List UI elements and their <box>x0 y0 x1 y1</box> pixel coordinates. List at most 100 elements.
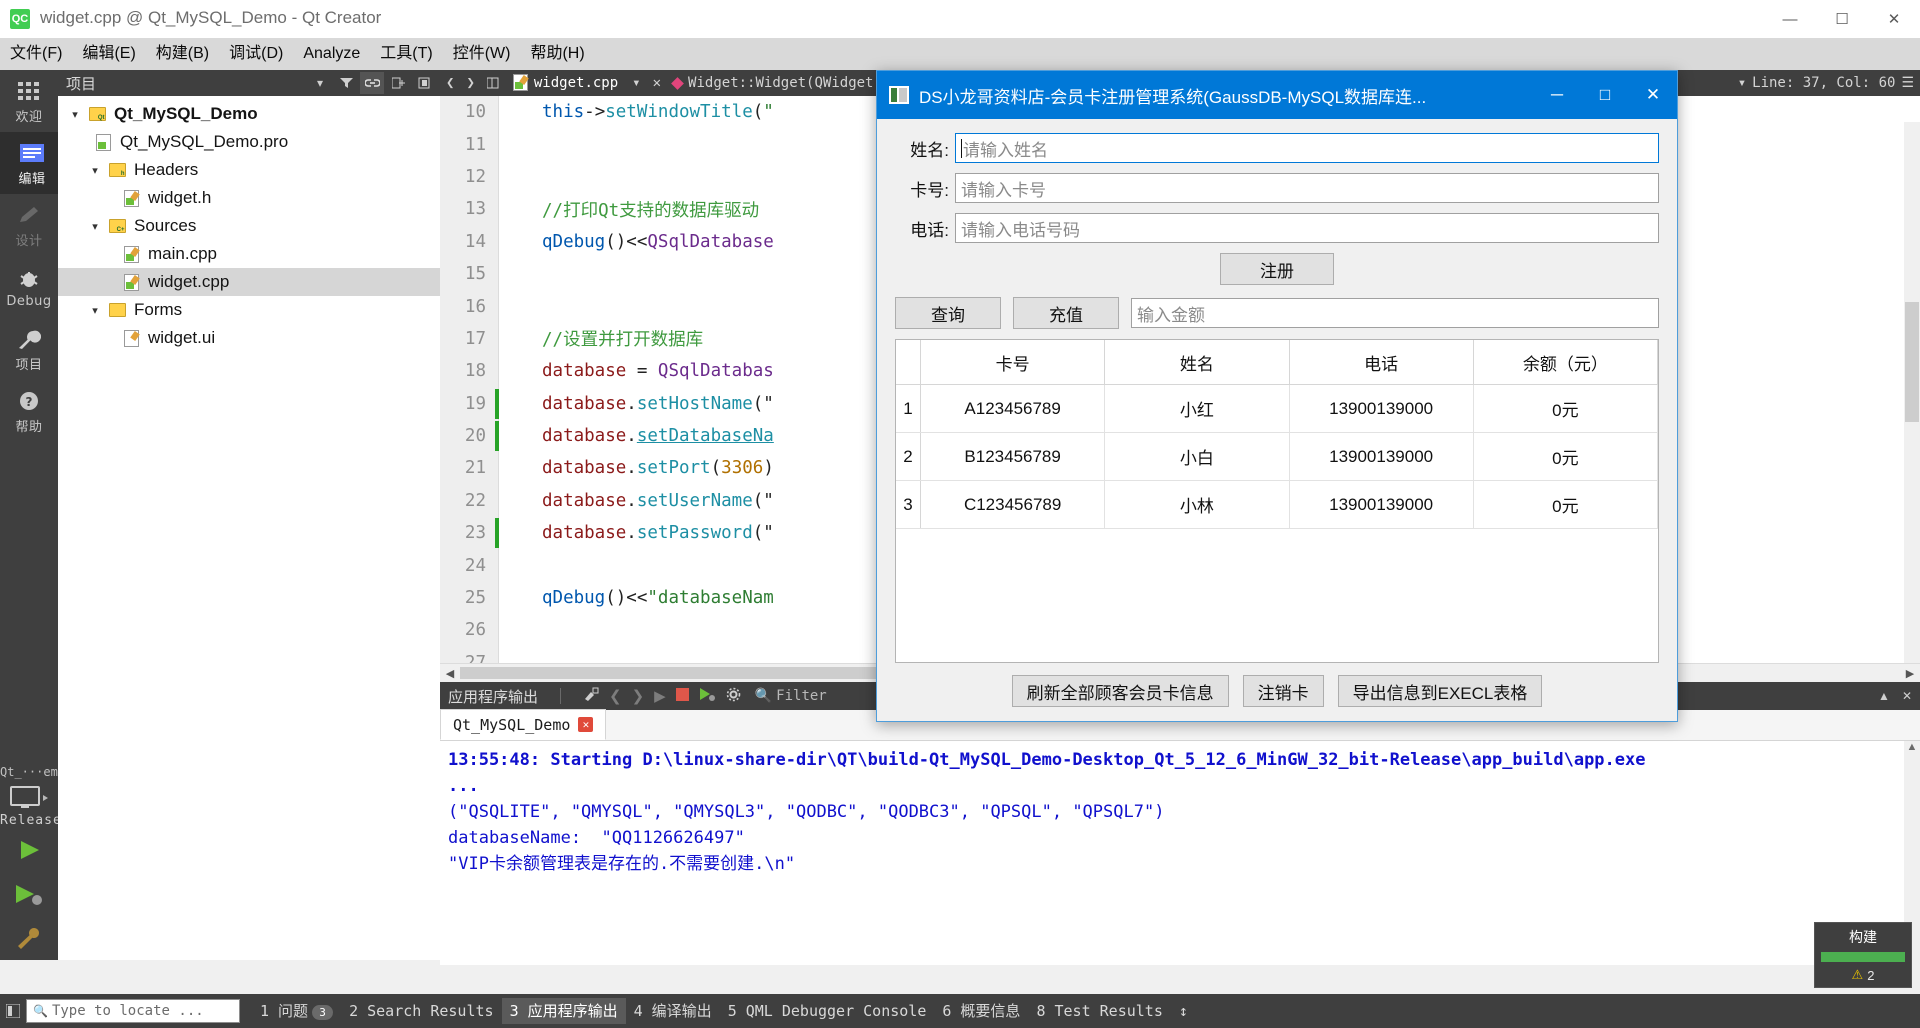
table-cell[interactable]: 13900139000 <box>1289 432 1474 481</box>
table-cell[interactable]: 13900139000 <box>1289 384 1474 433</box>
tree-item-forms[interactable]: ▾ Forms <box>58 296 440 324</box>
mode-welcome[interactable]: 欢迎 <box>0 70 58 132</box>
table-header-name[interactable]: 姓名 <box>1104 340 1290 385</box>
output-text-area[interactable]: 13:55:48: Starting D:\linux-share-dir\QT… <box>440 741 1920 965</box>
close-pane-icon[interactable]: ✕ <box>1902 689 1912 703</box>
table-header-phone[interactable]: 电话 <box>1289 340 1474 385</box>
tree-item-widget-h[interactable]: widget.h <box>58 184 440 212</box>
close-icon[interactable]: ✕ <box>1868 0 1920 38</box>
recharge-button[interactable]: 充值 <box>1013 297 1119 329</box>
menu-debug[interactable]: 调试(D) <box>219 38 293 70</box>
nav-back-icon[interactable]: ❮ <box>440 70 460 96</box>
export-excel-button[interactable]: 导出信息到EXECL表格 <box>1337 675 1543 707</box>
menu-edit[interactable]: 编辑(E) <box>72 38 145 70</box>
locator-input[interactable]: 🔍 Type to locate ... <box>26 999 240 1023</box>
table-header-card[interactable]: 卡号 <box>920 340 1106 385</box>
table-cell[interactable]: B123456789 <box>920 432 1106 481</box>
menu-widgets[interactable]: 控件(W) <box>443 38 521 70</box>
dialog-maximize-icon[interactable]: □ <box>1581 71 1629 119</box>
table-cell[interactable]: 13900139000 <box>1289 480 1474 529</box>
output-tab-qt-mysql-demo[interactable]: Qt_MySQL_Demo ✕ <box>440 709 607 740</box>
editor-dropdown-icon[interactable]: ▾ <box>626 70 646 96</box>
next-item-icon[interactable]: ❯ <box>632 687 645 705</box>
stop-icon[interactable] <box>675 687 689 705</box>
mode-help[interactable]: ? 帮助 <box>0 380 58 442</box>
mode-projects[interactable]: 项目 <box>0 318 58 380</box>
scroll-right-icon[interactable]: ▶ <box>1900 667 1920 680</box>
mode-design[interactable]: 设计 <box>0 194 58 256</box>
table-cell[interactable]: 0元 <box>1473 480 1658 529</box>
status-more-icon[interactable]: ↕ <box>1171 998 1196 1024</box>
status-item-search-results[interactable]: 2 Search Results <box>341 998 502 1024</box>
expand-arrow-icon[interactable]: ▾ <box>64 108 86 121</box>
table-cell[interactable]: 小红 <box>1104 384 1290 433</box>
output-filter-input[interactable]: 🔍 Filter <box>755 688 827 704</box>
editor-vertical-scrollbar[interactable] <box>1904 122 1920 664</box>
mode-edit[interactable]: 编辑 <box>0 132 61 194</box>
menu-analyze[interactable]: Analyze <box>293 38 370 70</box>
close-tab-icon[interactable]: ✕ <box>578 717 594 732</box>
table-cell[interactable]: 小林 <box>1104 480 1290 529</box>
menu-tools[interactable]: 工具(T) <box>370 38 442 70</box>
name-input[interactable]: 请输入姓名 <box>955 133 1659 163</box>
table-cell[interactable]: C123456789 <box>920 480 1106 529</box>
build-button[interactable] <box>0 916 58 960</box>
status-item-test-results[interactable]: 8 Test Results <box>1028 998 1170 1024</box>
line-column-indicator[interactable]: ▾ Line: 37, Col: 60 ☰ <box>1738 75 1920 91</box>
kit-selector[interactable]: Qt_···emo Release <box>0 765 65 960</box>
prev-item-icon[interactable]: ❮ <box>609 687 622 705</box>
tree-item-sources[interactable]: ▾ Sources <box>58 212 440 240</box>
rerun-debug-icon[interactable] <box>699 687 716 705</box>
status-item-issues[interactable]: 1 问题 3 <box>252 998 341 1024</box>
expand-arrow-icon[interactable]: ▾ <box>84 304 106 317</box>
gear-icon[interactable] <box>726 687 741 706</box>
table-cell[interactable]: 0元 <box>1473 432 1658 481</box>
status-item-summary[interactable]: 6 概要信息 <box>934 998 1028 1024</box>
table-header-balance[interactable]: 余额（元） <box>1473 340 1658 385</box>
status-item-compile-output[interactable]: 4 编译输出 <box>626 998 720 1024</box>
tree-item-widget-cpp[interactable]: widget.cpp <box>58 268 440 296</box>
table-cell[interactable]: 0元 <box>1473 384 1658 433</box>
maximize-icon[interactable]: ☐ <box>1816 0 1868 38</box>
tree-item-project[interactable]: ▾ Qt_MySQL_Demo <box>58 100 440 128</box>
table-cell[interactable]: 小白 <box>1104 432 1290 481</box>
tree-item-main-cpp[interactable]: main.cpp <box>58 240 440 268</box>
status-item-qml-debugger-console[interactable]: 5 QML Debugger Console <box>720 998 935 1024</box>
maximize-pane-icon[interactable]: ▲ <box>1878 689 1890 703</box>
cancel-card-button[interactable]: 注销卡 <box>1242 675 1324 707</box>
table-row[interactable]: 2 B123456789 小白 13900139000 0元 <box>896 432 1658 481</box>
expand-arrow-icon[interactable]: ▾ <box>84 164 106 177</box>
query-button[interactable]: 查询 <box>895 297 1001 329</box>
card-input[interactable]: 请输入卡号 <box>955 173 1659 203</box>
debug-button[interactable] <box>0 872 58 916</box>
menu-help[interactable]: 帮助(H) <box>520 38 594 70</box>
run-icon[interactable]: ▶ <box>654 687 666 705</box>
amount-input[interactable]: 输入金额 <box>1131 298 1659 328</box>
editor-close-icon[interactable]: ✕ <box>647 70 667 96</box>
refresh-all-button[interactable]: 刷新全部顾客会员卡信息 <box>1011 675 1229 707</box>
run-button[interactable] <box>0 828 58 872</box>
split-icon[interactable] <box>386 72 410 94</box>
register-button[interactable]: 注册 <box>1220 253 1334 285</box>
menu-build[interactable]: 构建(B) <box>146 38 219 70</box>
tree-item-widget-ui[interactable]: widget.ui <box>58 324 440 352</box>
expand-arrow-icon[interactable]: ▾ <box>84 220 106 233</box>
phone-input[interactable]: 请输入电话号码 <box>955 213 1659 243</box>
close-pane-icon[interactable] <box>412 72 436 94</box>
table-row[interactable]: 1 A123456789 小红 13900139000 0元 <box>896 384 1658 433</box>
build-warning-count[interactable]: ⚠ 2 <box>1815 967 1911 983</box>
editor-tab-widget-cpp[interactable]: widget.cpp <box>504 70 627 96</box>
table-cell[interactable]: A123456789 <box>920 384 1106 433</box>
dialog-minimize-icon[interactable]: ─ <box>1533 71 1581 119</box>
chevron-down-icon[interactable]: ▾ <box>308 72 332 94</box>
split-editor-icon[interactable] <box>481 70 505 96</box>
link-icon[interactable] <box>360 72 384 94</box>
filter-icon[interactable] <box>334 72 358 94</box>
editor-options-icon[interactable]: ☰ <box>1901 75 1914 91</box>
mode-debug[interactable]: Debug <box>0 256 58 318</box>
table-row[interactable]: 3 C123456789 小林 13900139000 0元 <box>896 480 1658 529</box>
tree-item-headers[interactable]: ▾ Headers <box>58 156 440 184</box>
status-item-application-output[interactable]: 3 应用程序输出 <box>501 998 626 1024</box>
scrollbar-thumb[interactable] <box>1905 302 1919 422</box>
members-table-wrapper[interactable]: 卡号 姓名 电话 余额（元） 1 A123456789 小红 13900139000 0… <box>895 339 1659 663</box>
